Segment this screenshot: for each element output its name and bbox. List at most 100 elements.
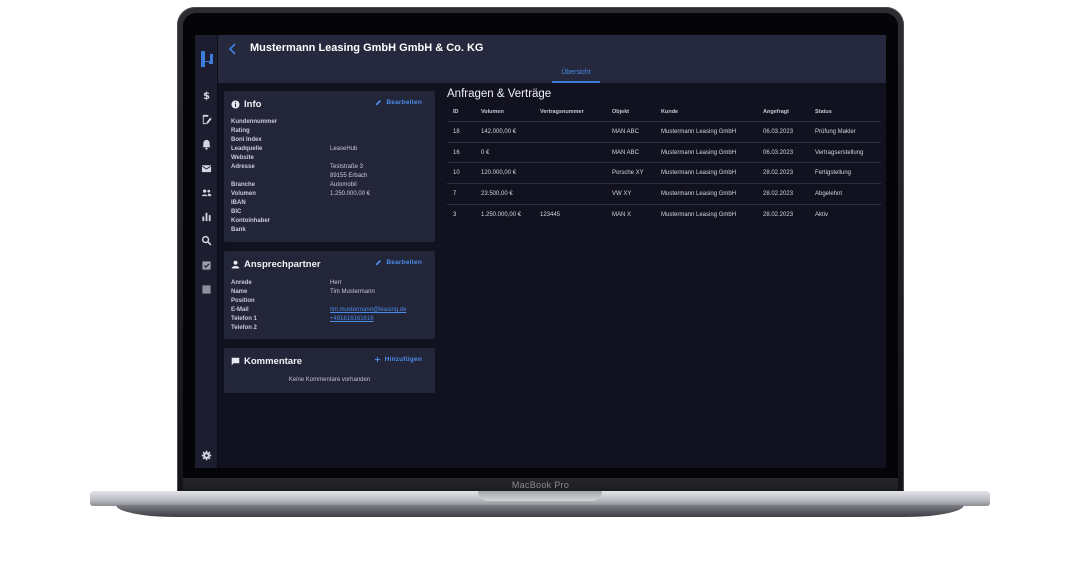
pencil-icon — [376, 259, 382, 266]
contact-edit-button[interactable]: Bearbeiten — [375, 259, 422, 266]
field-label: Kontoinhaber — [231, 218, 270, 224]
table-row[interactable]: 16 0 € MAN ABC Mustermann Leasing GmbH 0… — [447, 141, 881, 163]
info-row-leadquelle: Leadquelle LeaseHub — [231, 145, 431, 154]
brand-logo[interactable] — [198, 49, 215, 69]
table-row[interactable]: 7 23.500,00 € VW XY Mustermann Leasing G… — [447, 183, 881, 204]
document-edit-icon[interactable] — [200, 113, 213, 126]
email-link[interactable]: tim.mustermann@leasing.de — [330, 306, 406, 315]
table-row[interactable]: 10 120.000,00 € Porsche XY Mustermann Le… — [447, 162, 881, 183]
cell-objekt: MAN ABC — [612, 149, 640, 156]
cell-angefragt: 28.02.2023 — [763, 170, 794, 177]
page-title: Mustermann Leasing GmbH GmbH & Co. KG — [250, 42, 484, 54]
people-icon[interactable] — [200, 186, 213, 199]
device-label: MacBook Pro — [511, 480, 570, 490]
mail-icon[interactable] — [200, 162, 213, 175]
cell-status: Fertigstellung — [815, 170, 852, 177]
cell-status: Vertragserstellung — [815, 149, 864, 156]
plus-icon — [374, 356, 380, 363]
info-row-rating: Rating — [231, 127, 431, 136]
cell-angefragt: 28.02.2023 — [763, 191, 794, 198]
tab-uebersicht[interactable]: Übersicht — [552, 68, 600, 83]
field-value: Tim Mustermann — [330, 289, 375, 295]
field-label: Kundennummer — [231, 119, 278, 125]
field-label: Branche — [231, 182, 256, 188]
field-label: Telefon 2 — [231, 325, 257, 331]
contact-row-name: Name Tim Mustermann — [231, 288, 431, 297]
app-screen: $ Mustermann Leasing GmbH GmbH & Co. KG … — [195, 35, 886, 468]
contact-card-header: Ansprechpartner — [231, 258, 321, 270]
cell-kunde: Mustermann Leasing GmbH — [661, 170, 737, 177]
info-row-boni-index: Boni Index — [231, 136, 431, 145]
square-icon[interactable] — [200, 283, 213, 296]
column-header-kunde[interactable]: Kunde — [661, 107, 678, 117]
contact-row-telefon1: Telefon 1 +491616161616 — [231, 315, 431, 324]
contact-row-position: Position — [231, 297, 431, 306]
cell-volumen: 1.250.000,00 € — [481, 211, 522, 218]
field-value: 1.250.000,00 € — [330, 191, 371, 197]
info-edit-button[interactable]: Bearbeiten — [375, 99, 422, 106]
cell-kunde: Mustermann Leasing GmbH — [661, 211, 737, 218]
gear-icon[interactable] — [200, 449, 213, 462]
contact-card-title: Ansprechpartner — [244, 258, 321, 270]
back-arrow-icon[interactable] — [227, 42, 239, 56]
cell-kunde: Mustermann Leasing GmbH — [661, 129, 737, 135]
info-fields: Kundennummer Rating Boni Index Leadquell… — [231, 118, 431, 235]
info-icon — [231, 99, 240, 109]
cell-volumen: 142.000,00 € — [481, 129, 517, 135]
comments-empty-message: Keine Kommentare vorhanden — [288, 377, 371, 383]
column-header-volumen[interactable]: Volumen — [481, 107, 504, 117]
cell-angefragt: 06.03.2023 — [763, 149, 794, 156]
cell-id: 18 — [453, 129, 460, 135]
cell-id: 3 — [453, 211, 457, 218]
table-row[interactable]: 3 1.250.000,00 € 123445 MAN X Mustermann… — [447, 203, 881, 225]
info-row-kontoinhaber: Kontoinhaber — [231, 217, 431, 226]
contact-row-anrede: Anrede Herr — [231, 279, 431, 288]
column-header-id[interactable]: ID — [453, 107, 459, 117]
field-label: Leadquelle — [231, 146, 263, 152]
comments-card-header: Kommentare — [231, 355, 302, 367]
info-card-header: Info — [231, 98, 261, 110]
column-header-vertragsnummer[interactable]: Vertragsnummer — [540, 107, 584, 117]
field-label: Telefon 1 — [231, 316, 257, 322]
cell-status: Abgelehnt — [815, 191, 843, 198]
cell-status: Prüfung Makler — [815, 129, 856, 135]
cell-status: Aktiv — [815, 211, 829, 218]
cell-id: 16 — [453, 149, 460, 156]
contact-row-telefon2: Telefon 2 — [231, 324, 431, 333]
phone-link[interactable]: +491616161616 — [330, 315, 374, 324]
cell-volumen: 120.000,00 € — [481, 170, 517, 177]
requests-title: Anfragen & Verträge — [447, 88, 552, 100]
field-label: Volumen — [231, 191, 256, 197]
column-header-angefragt[interactable]: Angefragt — [763, 107, 789, 117]
field-value: Herr — [330, 280, 342, 286]
info-row-website: Website — [231, 154, 431, 163]
info-row-branche: Branche Automobil — [231, 181, 431, 190]
info-edit-label: Bearbeiten — [386, 99, 422, 106]
column-header-objekt[interactable]: Objekt — [612, 107, 629, 117]
cell-kunde: Mustermann Leasing GmbH — [661, 149, 737, 156]
field-label: Position — [231, 298, 255, 304]
field-value: 89155 Erbach — [330, 173, 368, 179]
bell-icon[interactable] — [200, 138, 213, 151]
table-row[interactable]: 18 142.000,00 € MAN ABC Mustermann Leasi… — [447, 121, 881, 142]
bar-chart-icon[interactable] — [200, 210, 213, 223]
info-row-bank: Bank — [231, 226, 431, 235]
search-icon[interactable] — [200, 234, 213, 247]
laptop-notch — [478, 491, 602, 501]
checkbox-icon[interactable] — [200, 259, 213, 272]
add-comment-button[interactable]: Hinzufügen — [374, 356, 422, 363]
cell-volumen: 0 € — [481, 149, 490, 156]
dollar-icon[interactable]: $ — [200, 89, 213, 102]
field-label: Boni Index — [231, 137, 262, 143]
field-label: Rating — [231, 128, 250, 134]
column-header-status[interactable]: Status — [815, 107, 832, 117]
field-value: Automobil — [330, 182, 357, 188]
cell-angefragt: 28.02.2023 — [763, 211, 794, 218]
field-label: BIC — [231, 209, 242, 215]
info-row-adresse-line2: 89155 Erbach — [231, 172, 431, 181]
comments-card-title: Kommentare — [244, 355, 303, 367]
cell-vertragsnummer: 123445 — [540, 211, 561, 218]
contact-row-email: E-Mail tim.mustermann@leasing.de — [231, 306, 431, 315]
requests-table: ID Volumen Vertragsnummer Objekt Kunde A… — [447, 107, 881, 224]
field-label: Name — [231, 289, 248, 295]
